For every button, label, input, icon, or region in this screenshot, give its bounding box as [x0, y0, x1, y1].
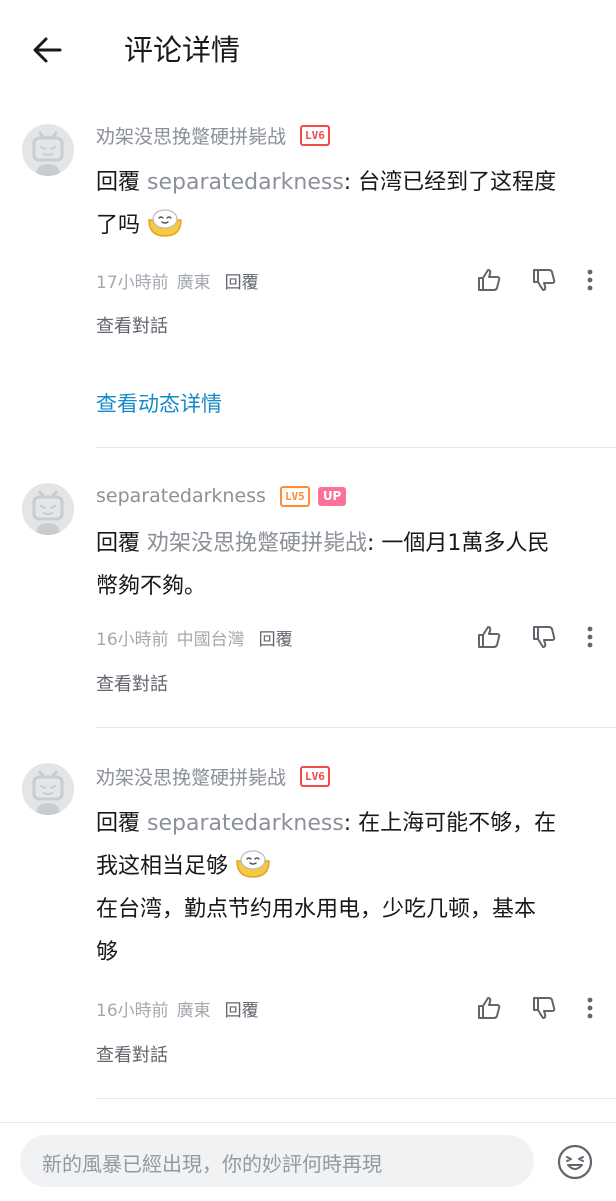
comment-text-line: 幣夠不夠。: [96, 574, 207, 599]
emoji-icon[interactable]: [556, 1143, 594, 1181]
back-arrow-icon[interactable]: [28, 30, 68, 70]
comment-location: 中國台灣: [176, 629, 245, 650]
comment-text-line: : 一個月1萬多人民: [367, 531, 550, 556]
view-dynamic-link[interactable]: 查看动态详情: [96, 388, 222, 418]
comment-text: 回覆 separatedarkness: 在上海可能不够，在 我这相当足够 在台…: [96, 802, 606, 974]
username[interactable]: separatedarkness: [96, 485, 266, 507]
more-icon[interactable]: [574, 992, 606, 1024]
comment-text: 回覆 劝架没思挽蹩硬拼毙战: 一個月1萬多人民 幣夠不夠。: [96, 522, 606, 608]
up-badge: UP: [317, 486, 347, 506]
reply-prefix: 回覆: [96, 170, 141, 195]
more-icon[interactable]: [574, 621, 606, 653]
view-conversation-link[interactable]: 查看對話: [96, 1041, 168, 1067]
comment-text-line: : 台湾已经到了这程度: [343, 170, 557, 195]
mention-link[interactable]: 劝架没思挽蹩硬拼毙战: [147, 531, 367, 556]
comment-input[interactable]: 新的風暴已經出現，你的妙評何時再現: [20, 1135, 534, 1187]
comment-time: 16小時前: [96, 629, 169, 650]
default-avatar-icon: [32, 490, 64, 535]
mention-link[interactable]: separatedarkness: [147, 170, 344, 195]
level-badge: LV5: [279, 485, 310, 507]
reply-prefix: 回覆: [96, 811, 141, 836]
dislike-icon[interactable]: [528, 992, 560, 1024]
like-icon[interactable]: [473, 264, 505, 296]
comment-text: 回覆 separatedarkness: 台湾已经到了这程度 了吗: [96, 161, 606, 247]
reply-button[interactable]: 回覆: [225, 996, 259, 1021]
comment-input-bar: 新的風暴已經出現，你的妙評何時再現: [0, 1122, 616, 1201]
comment-location: 廣東: [176, 1000, 211, 1021]
page-title: 评论详情: [124, 33, 241, 67]
comment-text-line: 我这相当足够: [96, 854, 229, 879]
reply-prefix: 回覆: [96, 531, 141, 556]
mention-link[interactable]: separatedarkness: [147, 811, 344, 836]
divider: [96, 1098, 616, 1099]
more-icon[interactable]: [574, 264, 606, 296]
input-placeholder: 新的風暴已經出現，你的妙評何時再現: [42, 1152, 382, 1176]
laughing-bowl-emoji-icon: [236, 850, 270, 878]
comment-text-line: 够: [96, 940, 119, 965]
like-icon[interactable]: [473, 621, 505, 653]
comment-time: 17小時前: [96, 272, 169, 293]
avatar[interactable]: [22, 124, 74, 176]
divider: [96, 447, 616, 448]
dislike-icon[interactable]: [528, 621, 560, 653]
level-badge: LV6: [300, 124, 330, 146]
reply-button[interactable]: 回覆: [259, 625, 293, 650]
view-conversation-link[interactable]: 查看對話: [96, 670, 168, 696]
comment-text-line: 在台湾，勤点节约用水用电，少吃几顿，基本: [96, 897, 537, 922]
reply-button[interactable]: 回覆: [225, 268, 259, 293]
username[interactable]: 劝架没思挽蹩硬拼毙战: [96, 122, 286, 149]
level-badge: LV6: [300, 765, 330, 787]
laughing-bowl-emoji-icon: [148, 209, 182, 237]
dislike-icon[interactable]: [528, 264, 560, 296]
comment-text-line: : 在上海可能不够，在: [343, 811, 557, 836]
header: 评论详情: [0, 0, 616, 100]
avatar[interactable]: [22, 483, 74, 535]
comment-location: 廣東: [176, 272, 211, 293]
comment-text-line: 了吗: [96, 213, 141, 238]
avatar[interactable]: [22, 763, 74, 815]
comment-time: 16小時前: [96, 1000, 169, 1021]
default-avatar-icon: [32, 131, 64, 176]
username[interactable]: 劝架没思挽蹩硬拼毙战: [96, 763, 286, 790]
like-icon[interactable]: [473, 992, 505, 1024]
divider: [96, 727, 616, 728]
default-avatar-icon: [32, 770, 64, 815]
view-conversation-link[interactable]: 查看對話: [96, 312, 168, 338]
